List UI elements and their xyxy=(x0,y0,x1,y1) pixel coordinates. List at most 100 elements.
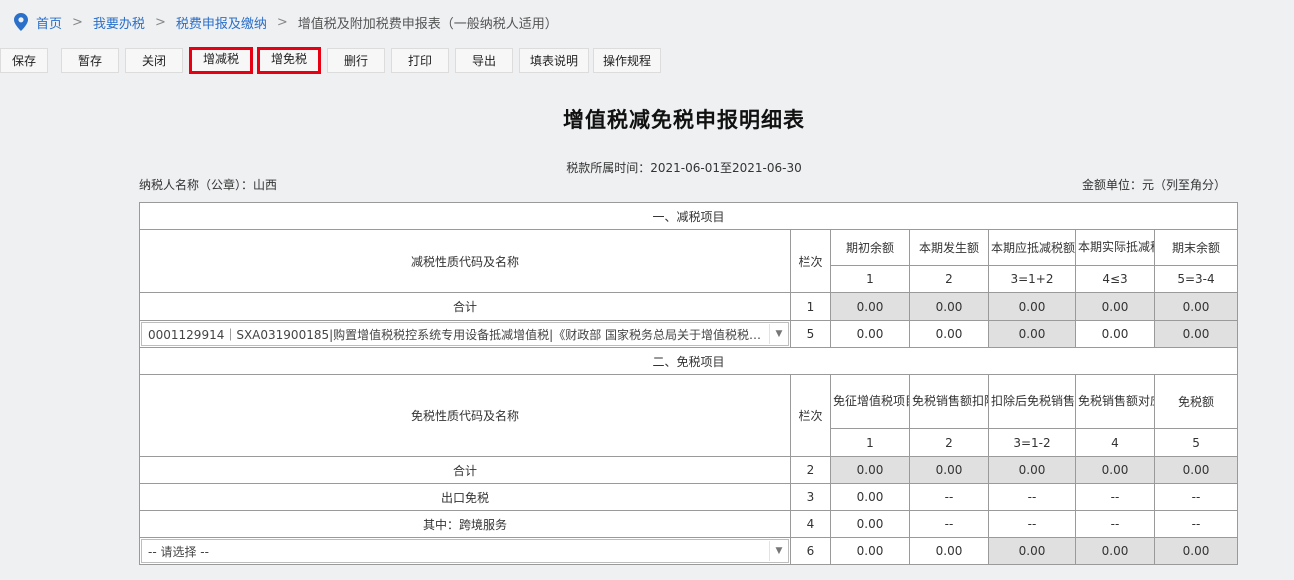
reduction-closing-balance-cell: 0.00 xyxy=(1153,320,1239,348)
fill-instructions-button[interactable]: 填表说明 xyxy=(519,48,589,73)
reduction-opening-balance-input[interactable]: 0.00 xyxy=(830,320,910,348)
exemption-col-number: 2 xyxy=(909,428,989,457)
exemption-amount-cell: 0.00 xyxy=(1153,537,1239,565)
breadcrumb-home[interactable]: 首页 xyxy=(36,13,62,32)
exemption-col-header: 免税销售额对应的进项税额 xyxy=(1075,374,1155,429)
reduction-col-header: 期初余额 xyxy=(830,229,910,266)
breadcrumb-separator: > xyxy=(154,14,166,30)
line-number: 5 xyxy=(790,320,831,348)
delete-row-button[interactable]: 删行 xyxy=(327,48,385,73)
taxpayer-name: 纳税人名称（公章）：山西 xyxy=(139,178,278,192)
reduction-total-cell: 0.00 xyxy=(830,292,910,321)
table-row: -- 请选择 -- ▼ 6 0.00 0.00 0.00 0.00 0.00 xyxy=(139,537,1239,565)
reduction-col-number: 2 xyxy=(909,265,989,293)
exemption-net-sales-cell: 0.00 xyxy=(988,537,1076,565)
reduction-total-cell: 0.00 xyxy=(909,292,989,321)
cross-border-sales-input[interactable]: 0.00 xyxy=(830,510,910,538)
exemption-total-cell: 0.00 xyxy=(909,456,989,484)
exemption-col-number: 1 xyxy=(830,428,910,457)
breadcrumb-separator: > xyxy=(276,14,288,30)
breadcrumb: 首页 > 我要办税 > 税费申报及缴纳 > 增值税及附加税费申报表（一般纳税人适… xyxy=(14,11,558,33)
line-number: 3 xyxy=(790,483,831,511)
export-exemption-cell: -- xyxy=(909,483,989,511)
reduction-col-number: 5=3-4 xyxy=(1153,265,1239,293)
reduction-col-header: 本期应抵减税额 xyxy=(988,229,1076,266)
breadcrumb-current: 增值税及附加税费申报表（一般纳税人适用） xyxy=(297,16,558,32)
chevron-down-icon[interactable]: ▼ xyxy=(769,541,788,561)
breadcrumb-separator: > xyxy=(72,14,83,30)
reduction-col-number: 3=1+2 xyxy=(988,265,1076,293)
exemption-total-cell: 0.00 xyxy=(830,456,910,484)
export-exemption-cell: -- xyxy=(1153,483,1239,511)
table-row: 0001129914｜SXA031900185|购置增值税税控系统专用设备抵减增… xyxy=(139,320,1239,348)
exemption-sales-input[interactable]: 0.00 xyxy=(830,537,910,565)
exemption-total-cell: 0.00 xyxy=(988,456,1076,484)
exemption-col-number: 5 xyxy=(1153,428,1239,457)
location-pin-icon xyxy=(14,13,28,31)
reduction-name-header: 减税性质代码及名称 xyxy=(139,229,791,293)
reduction-col-header: 本期发生额 xyxy=(909,229,989,266)
reduction-line-header: 栏次 xyxy=(790,229,831,293)
exemption-section-title: 二、免税项目 xyxy=(138,347,1239,375)
reduction-actual-deduction-input[interactable]: 0.00 xyxy=(1075,320,1155,348)
line-number: 1 xyxy=(790,292,831,321)
exemption-col-header: 免征增值税项目销售额 xyxy=(830,374,910,429)
reduction-col-header: 本期实际抵减税额 xyxy=(1075,229,1155,266)
table-row: 合计 1 0.00 0.00 0.00 0.00 0.00 xyxy=(139,292,1239,321)
temp-save-button[interactable]: 暂存 xyxy=(61,48,119,73)
reduction-total-cell: 0.00 xyxy=(1075,292,1155,321)
exemption-col-number: 3=1-2 xyxy=(988,428,1076,457)
reduction-total-label: 合计 xyxy=(139,292,791,321)
reduction-col-header: 期末余额 xyxy=(1153,229,1239,266)
print-button[interactable]: 打印 xyxy=(391,48,449,73)
amount-unit: 金额单位：元（列至角分） xyxy=(1081,178,1226,192)
export-exemption-sales-input[interactable]: 0.00 xyxy=(830,483,910,511)
exemption-total-label: 合计 xyxy=(139,456,791,484)
close-button[interactable]: 关闭 xyxy=(125,48,183,73)
table-row: 出口免税 3 0.00 -- -- -- -- xyxy=(139,483,1239,511)
reduction-col-number: 4≤3 xyxy=(1075,265,1155,293)
exemption-col-number: 4 xyxy=(1075,428,1155,457)
exemption-type-select[interactable]: -- 请选择 -- ▼ xyxy=(141,539,789,563)
exemption-name-header: 免税性质代码及名称 xyxy=(139,374,791,457)
line-number: 4 xyxy=(790,510,831,538)
cross-border-cell: -- xyxy=(1075,510,1155,538)
export-exemption-cell: -- xyxy=(988,483,1076,511)
exemption-col-header: 扣除后免税销售额 xyxy=(988,374,1076,429)
cross-border-cell: -- xyxy=(988,510,1076,538)
add-reduction-button[interactable]: 增减税 xyxy=(189,47,253,74)
operation-rules-button[interactable]: 操作规程 xyxy=(593,48,661,73)
cross-border-label: 其中：跨境服务 xyxy=(139,510,791,538)
reduction-section-title: 一、减税项目 xyxy=(138,202,1239,230)
exemption-total-cell: 0.00 xyxy=(1075,456,1155,484)
tax-period: 税款所属时间：2021-06-01至2021-06-30 xyxy=(566,161,802,175)
export-button[interactable]: 导出 xyxy=(455,48,513,73)
breadcrumb-tax-handling[interactable]: 我要办税 xyxy=(93,13,145,32)
toolbar: 保存 暂存 关闭 增减税 增免税 删行 打印 导出 填表说明 操作规程 xyxy=(0,47,665,75)
exemption-col-header: 免税额 xyxy=(1153,374,1239,429)
reduction-current-amount-input[interactable]: 0.00 xyxy=(909,320,989,348)
add-exemption-button[interactable]: 增免税 xyxy=(257,47,321,74)
reduction-type-select[interactable]: 0001129914｜SXA031900185|购置增值税税控系统专用设备抵减增… xyxy=(141,322,789,346)
exemption-col-header: 免税销售额扣除项目本期实际扣除金额 xyxy=(909,374,989,429)
reduction-total-cell: 0.00 xyxy=(988,292,1076,321)
line-number: 6 xyxy=(790,537,831,565)
reduction-total-cell: 0.00 xyxy=(1153,292,1239,321)
breadcrumb-tax-declaration[interactable]: 税费申报及缴纳 xyxy=(176,13,267,32)
chevron-down-icon[interactable]: ▼ xyxy=(769,324,788,344)
save-button[interactable]: 保存 xyxy=(0,48,48,73)
table-row: 其中：跨境服务 4 0.00 -- -- -- -- xyxy=(139,510,1239,538)
exemption-type-value: -- 请选择 -- xyxy=(148,544,209,559)
reduction-type-value: 0001129914｜SXA031900185|购置增值税税控系统专用设备抵减增… xyxy=(148,327,769,342)
exemption-deduction-input[interactable]: 0.00 xyxy=(909,537,989,565)
reduction-exemption-table: 一、减税项目 减税性质代码及名称 栏次 期初余额 本期发生额 本期应抵减税额 本… xyxy=(138,202,1239,565)
exemption-line-header: 栏次 xyxy=(790,374,831,457)
export-exemption-label: 出口免税 xyxy=(139,483,791,511)
table-row: 合计 2 0.00 0.00 0.00 0.00 0.00 xyxy=(139,456,1239,484)
export-exemption-cell: -- xyxy=(1075,483,1155,511)
cross-border-cell: -- xyxy=(1153,510,1239,538)
form-title: 增值税减免税申报明细表 xyxy=(563,108,805,132)
exemption-total-cell: 0.00 xyxy=(1153,456,1239,484)
exemption-input-tax-cell: 0.00 xyxy=(1075,537,1155,565)
cross-border-cell: -- xyxy=(909,510,989,538)
